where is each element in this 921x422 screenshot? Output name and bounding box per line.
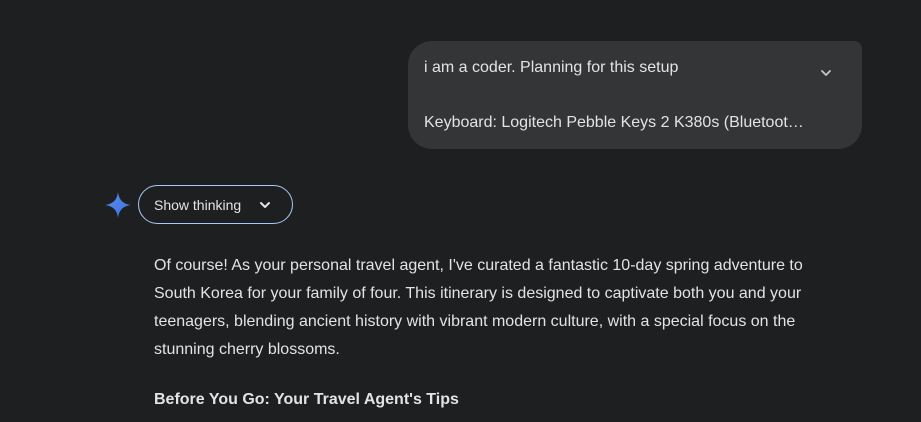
section-heading: Before You Go: Your Travel Agent's Tips xyxy=(154,391,459,408)
expand-message-button[interactable] xyxy=(812,61,840,85)
response-paragraph: Of course! As your personal travel agent… xyxy=(154,257,803,358)
show-thinking-label: Show thinking xyxy=(154,196,242,213)
chevron-down-icon xyxy=(260,202,270,208)
user-message-bubble: i am a coder. Planning for this setup Ke… xyxy=(408,41,862,149)
assistant-response: Of course! As your personal travel agent… xyxy=(154,252,844,364)
chat-page: i am a coder. Planning for this setup Ke… xyxy=(0,0,921,422)
user-message-line1: i am a coder. Planning for this setup xyxy=(424,59,679,76)
chevron-down-icon xyxy=(821,70,831,76)
gemini-spark-icon xyxy=(105,192,131,218)
user-message-line2: Keyboard: Logitech Pebble Keys 2 K380s (… xyxy=(424,114,804,131)
show-thinking-button[interactable]: Show thinking xyxy=(138,185,293,224)
